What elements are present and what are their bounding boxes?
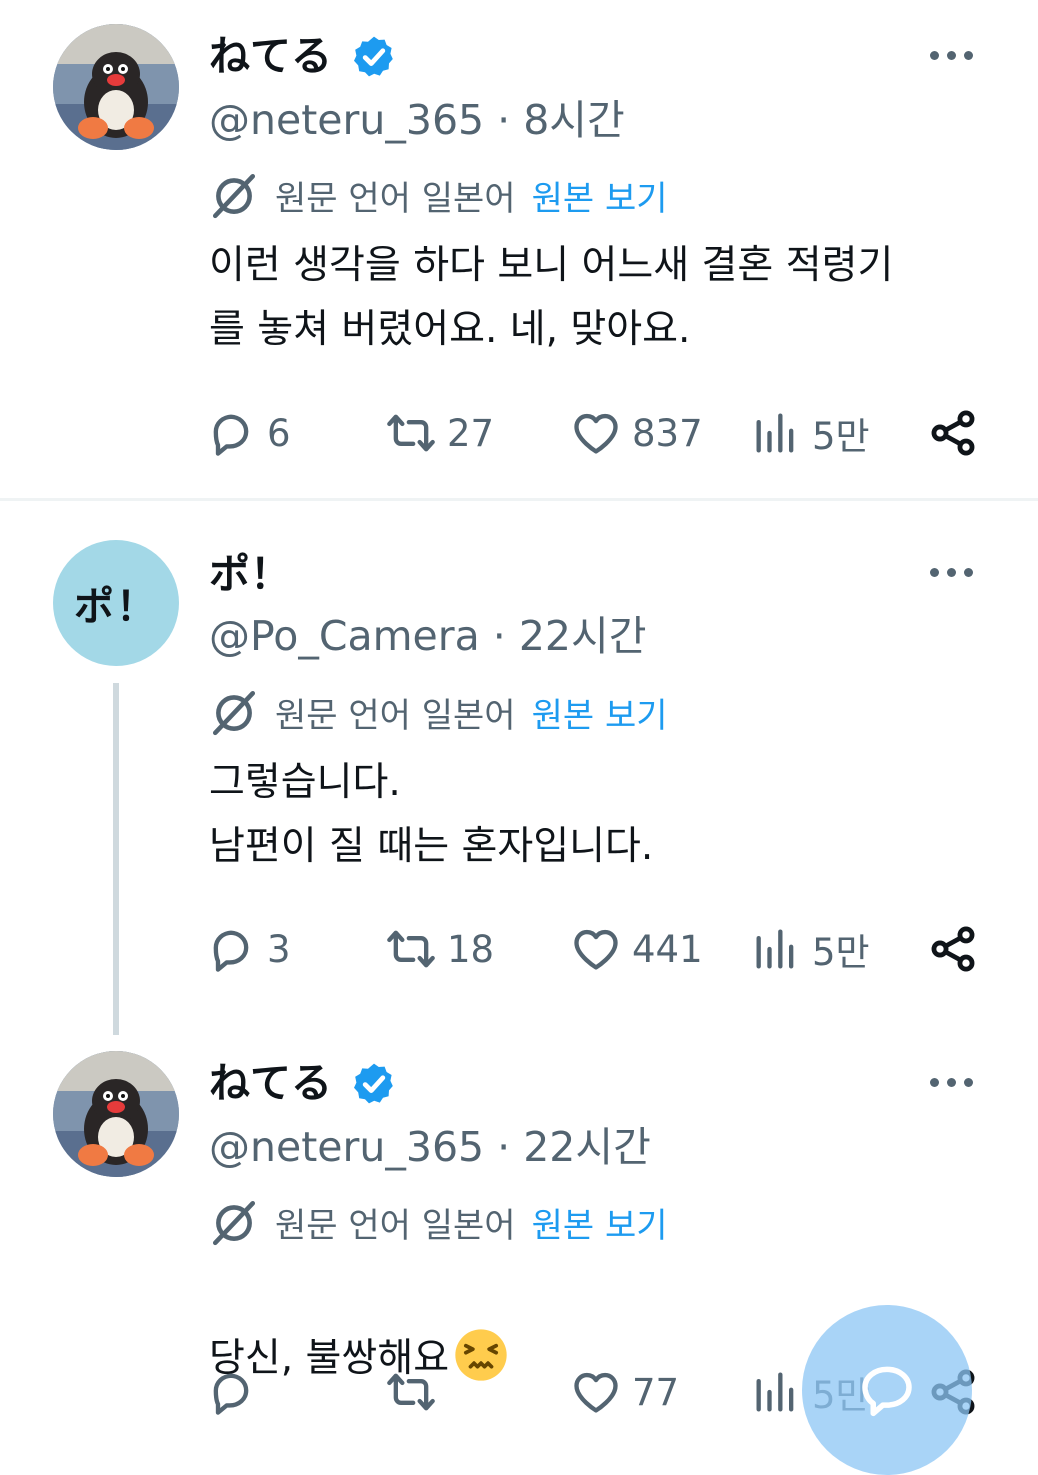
like-count: 837 [632, 411, 703, 455]
views-icon [750, 923, 802, 975]
thread-connector-line [113, 683, 119, 1035]
verified-badge-icon [350, 1060, 398, 1108]
repost-icon [385, 407, 437, 459]
reply-icon [205, 1366, 257, 1418]
author-name[interactable]: ポ！ [209, 554, 291, 595]
views-button[interactable]: 5만 [750, 405, 870, 461]
author-name[interactable]: ねてる [209, 1063, 332, 1104]
more-icon[interactable] [930, 562, 980, 582]
repost-icon [385, 1366, 437, 1418]
tweet-2[interactable]: ポ！ ポ！ @Po_Camera · 22시간 원문 언어 일본어 원본 보기 … [0, 501, 1038, 1041]
repost-count: 18 [447, 927, 495, 971]
action-bar: 6 27 837 5만 [205, 405, 995, 461]
compose-reply-button[interactable] [802, 1305, 972, 1475]
translation-notice: 원문 언어 일본어 원본 보기 [209, 1197, 668, 1247]
translate-icon [209, 687, 259, 737]
handle-and-time: @neteru_365 · 22시간 [209, 1123, 651, 1171]
like-icon [570, 407, 622, 459]
handle-and-time: @neteru_365 · 8시간 [209, 96, 625, 144]
repost-button[interactable]: 27 [385, 405, 494, 461]
translation-notice: 원문 언어 일본어 원본 보기 [209, 170, 668, 220]
view-count: 5만 [812, 931, 870, 974]
handle-and-time: @Po_Camera · 22시간 [209, 612, 647, 660]
like-button[interactable]: 837 [570, 405, 703, 461]
views-icon [750, 407, 802, 459]
reply-icon [205, 923, 257, 975]
avatar[interactable] [53, 24, 179, 150]
tweet-text: 이런 생각을 하다 보니 어느새 결혼 적령기 를 놓쳐 버렸어요. 네, 맞아… [209, 243, 894, 352]
like-button[interactable]: 77 [570, 1364, 679, 1420]
view-original-link[interactable]: 원본 보기 [532, 1198, 668, 1247]
share-button[interactable] [927, 921, 979, 977]
view-count: 5만 [812, 415, 870, 458]
translate-icon [209, 170, 259, 220]
reply-button[interactable] [205, 1364, 257, 1420]
like-icon [570, 1366, 622, 1418]
share-icon [927, 407, 979, 459]
penguin-avatar-image [53, 24, 179, 150]
tweet-1[interactable]: ねてる @neteru_365 · 8시간 원문 언어 일본어 원본 보기 이런… [0, 0, 1038, 498]
translate-label: 원문 언어 일본어 [275, 1205, 516, 1246]
views-button[interactable]: 5만 [750, 921, 870, 977]
repost-button[interactable]: 18 [385, 921, 494, 977]
repost-count: 27 [447, 411, 495, 455]
compose-icon [862, 1366, 912, 1417]
reply-button[interactable]: 3 [205, 921, 291, 977]
more-icon[interactable] [930, 45, 980, 65]
view-original-link[interactable]: 원본 보기 [532, 171, 668, 220]
more-icon[interactable] [930, 1072, 980, 1092]
avatar-text: ポ！ [74, 584, 158, 630]
share-button[interactable] [927, 405, 979, 461]
translate-label: 원문 언어 일본어 [275, 178, 516, 219]
reply-count: 6 [267, 411, 291, 455]
translate-label: 원문 언어 일본어 [275, 695, 516, 736]
penguin-avatar-image [53, 1051, 179, 1177]
translate-icon [209, 1197, 259, 1247]
like-count: 77 [632, 1370, 680, 1414]
views-icon [750, 1366, 802, 1418]
reply-count: 3 [267, 927, 291, 971]
reply-button[interactable]: 6 [205, 405, 291, 461]
avatar[interactable]: ポ！ [53, 540, 179, 666]
like-icon [570, 923, 622, 975]
repost-button[interactable] [385, 1364, 437, 1420]
reply-icon [205, 407, 257, 459]
avatar[interactable] [53, 1051, 179, 1177]
like-count: 441 [632, 927, 703, 971]
verified-badge-icon [350, 33, 398, 81]
action-bar: 3 18 441 5만 [205, 921, 995, 977]
like-button[interactable]: 441 [570, 921, 703, 977]
repost-icon [385, 923, 437, 975]
author-name[interactable]: ねてる [209, 36, 332, 77]
tweet-text: 그렇습니다. 남편이 질 때는 혼자입니다. [209, 760, 654, 869]
translation-notice: 원문 언어 일본어 원본 보기 [209, 687, 668, 737]
share-icon [927, 923, 979, 975]
view-original-link[interactable]: 원본 보기 [532, 688, 668, 737]
